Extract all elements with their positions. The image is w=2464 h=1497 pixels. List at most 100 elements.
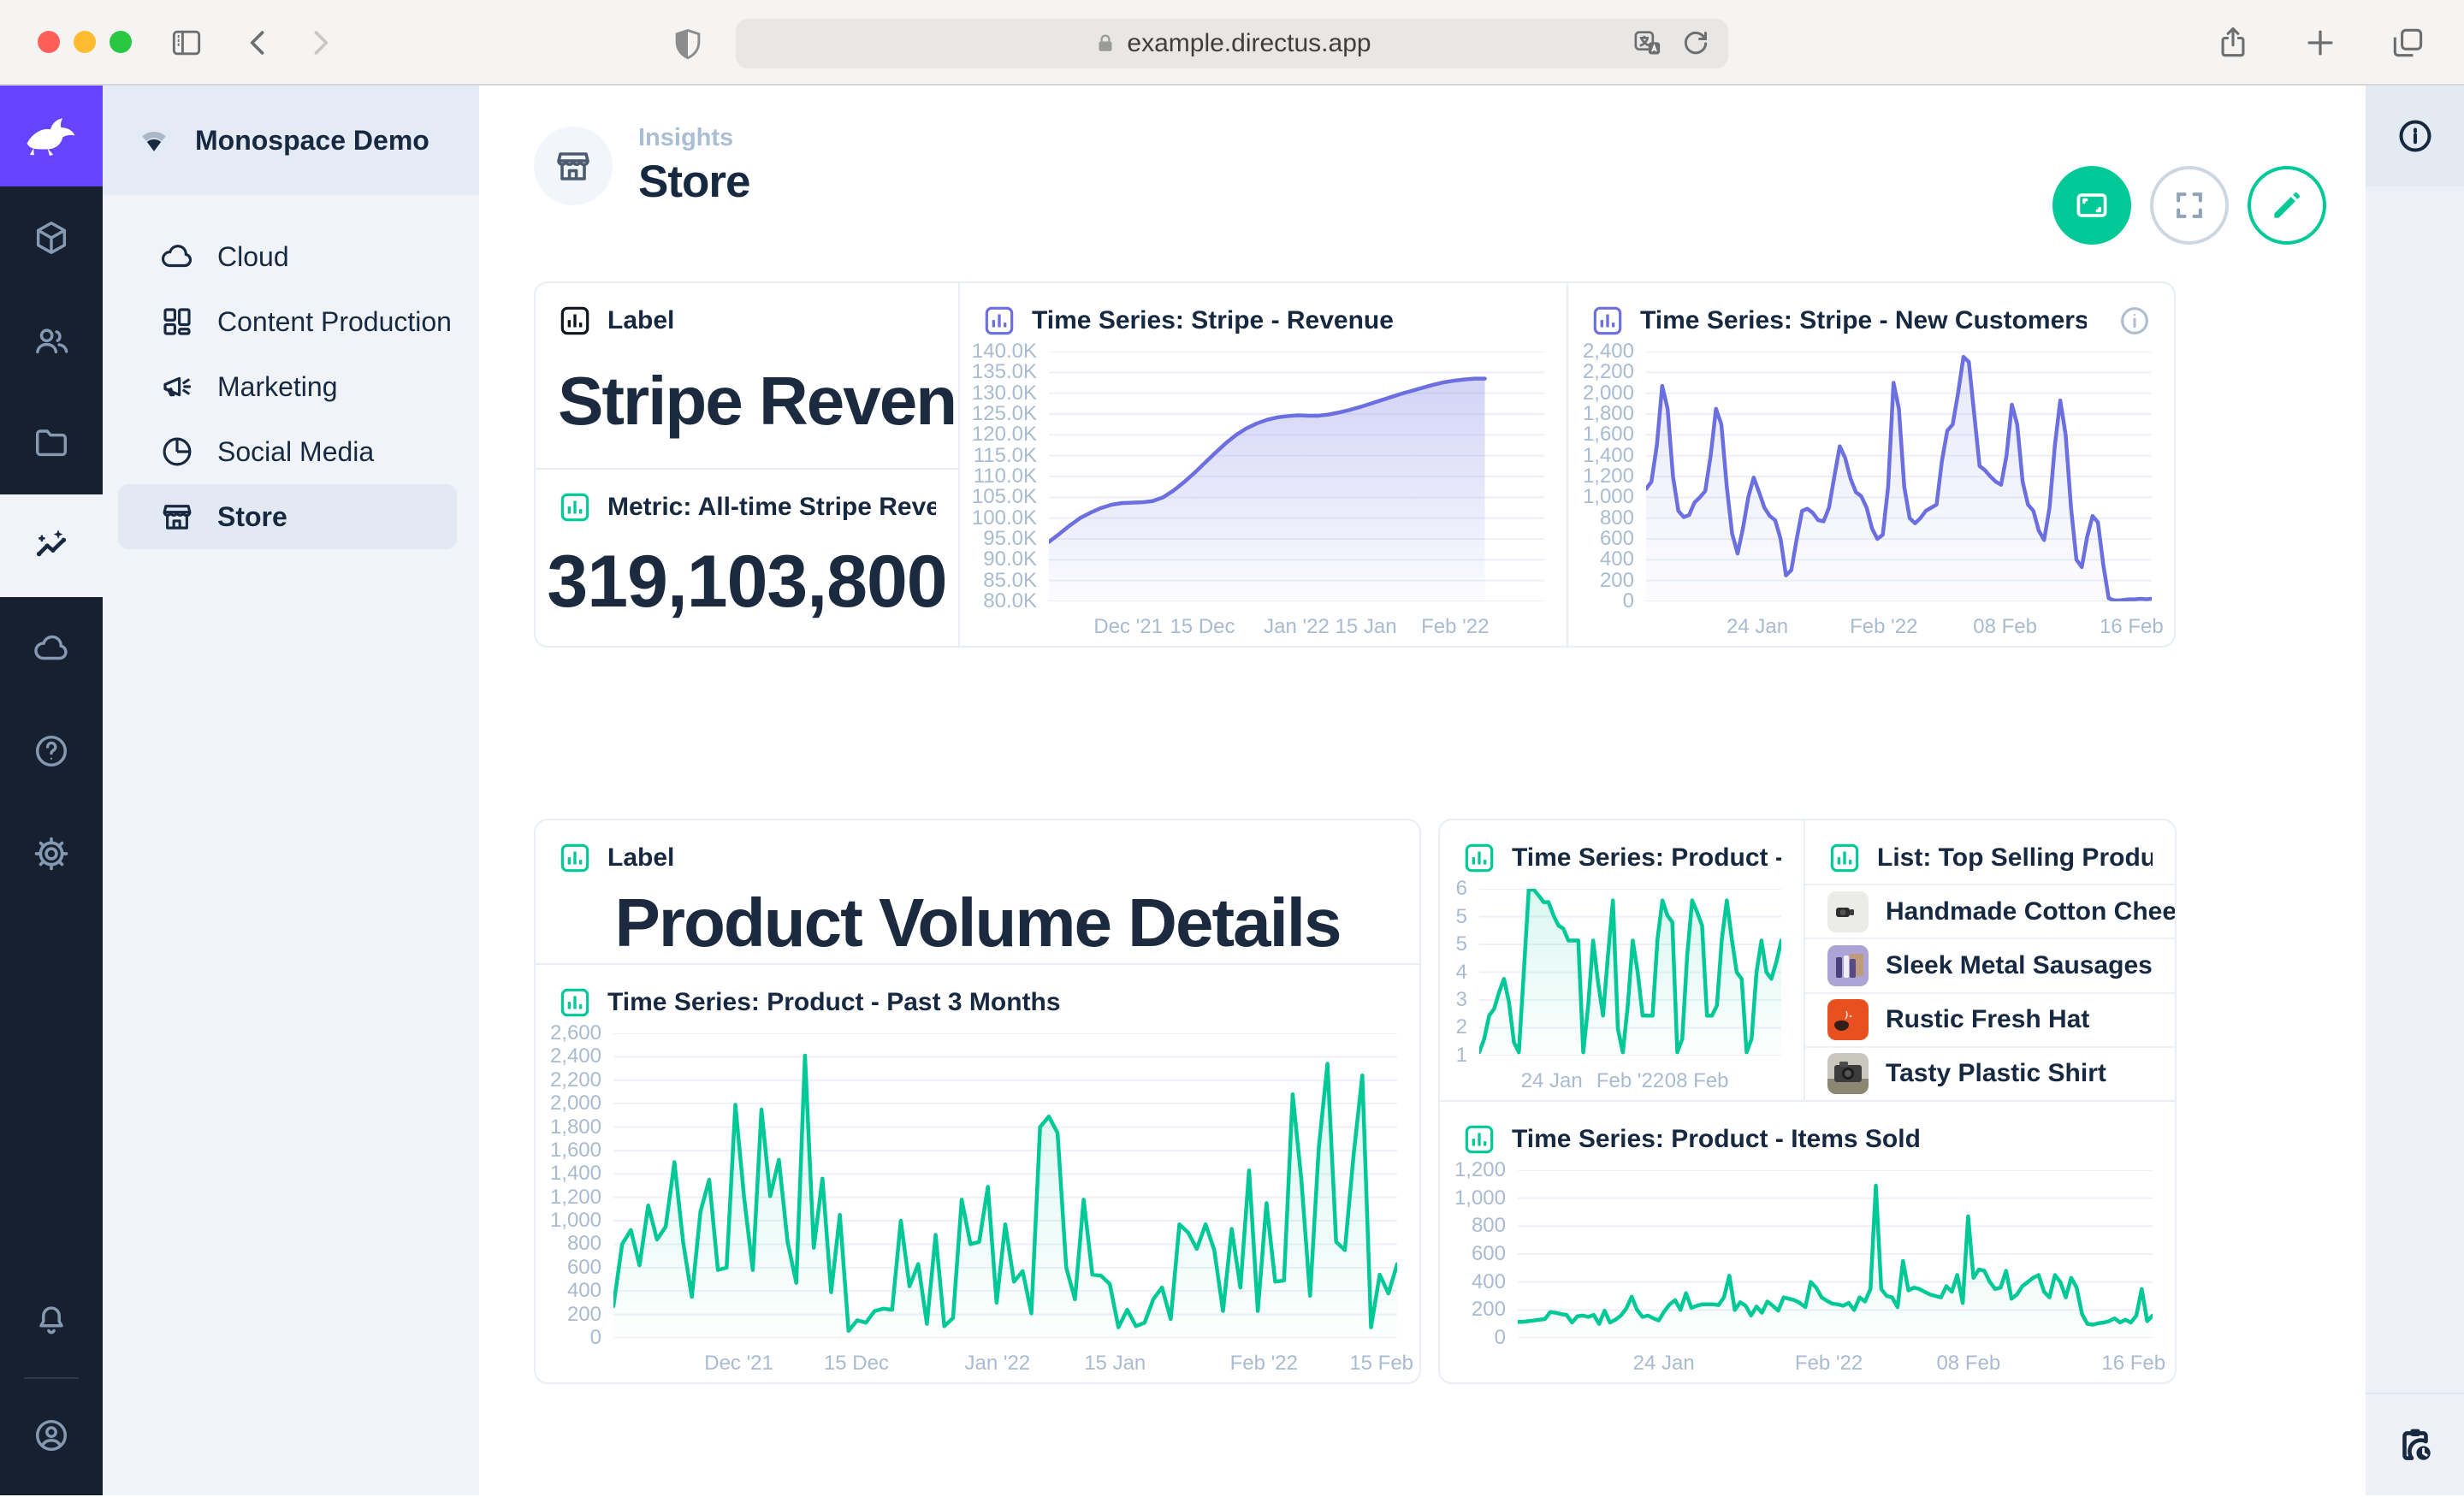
module-cloud-icon[interactable] (0, 597, 103, 700)
pie-chart-icon (159, 434, 195, 470)
main-content: Insights Store (479, 86, 2366, 1495)
privacy-shield-icon[interactable] (669, 26, 707, 63)
x-axis: Dec '2115 DecJan '2215 JanFeb '2215 Feb (613, 1338, 1397, 1376)
y-axis: 6554321 (1448, 889, 1479, 1056)
right-sidebar (2366, 86, 2464, 1495)
items-sold-chart: 1,2001,0008006004002000 24 JanFeb '2208 … (1440, 1165, 2175, 1382)
edit-button[interactable] (2248, 166, 2326, 245)
stripe-revenue-chart: 140.0K135.0K130.0K125.0K120.0K115.0K110.… (960, 346, 1567, 646)
page-title: Store (638, 156, 749, 208)
notifications-bell-icon[interactable] (0, 1269, 103, 1372)
x-axis: 24 JanFeb '2208 Feb16 Feb (1646, 601, 2152, 639)
dashboard-icon (159, 304, 195, 340)
dashboard-row-2: Label Product Volume Details Time Series… (534, 819, 2177, 1384)
panel-chart-icon (558, 490, 592, 524)
zoom-window-button[interactable] (110, 31, 132, 53)
label-text: Stripe Revenues (536, 346, 958, 468)
sidebar-item-cloud[interactable]: Cloud (118, 224, 457, 289)
auto-refresh-button[interactable] (2052, 166, 2131, 245)
module-bar-divider (24, 1377, 79, 1379)
sidebar-item-store[interactable]: Store (118, 484, 457, 549)
top-products-list: Handmade Cotton Cheese Sleek Metal Sausa… (1805, 884, 2175, 1100)
panel-restocks-chart: Time Series: Product - Restocks 6554321 … (1440, 820, 1804, 1100)
navigation-sidebar: Monospace Demo Cloud Content Production … (103, 86, 479, 1495)
product-thumbnail (1827, 891, 1869, 932)
module-insights-icon[interactable] (0, 494, 103, 597)
product-name: Handmade Cotton Cheese (1886, 897, 2177, 926)
close-window-button[interactable] (38, 31, 60, 53)
list-item[interactable]: Sleek Metal Sausages (1805, 938, 2175, 991)
info-icon (2396, 116, 2435, 156)
browser-sidebar-icon[interactable] (168, 24, 205, 62)
browser-back-icon[interactable] (240, 24, 277, 62)
module-content-icon[interactable] (0, 186, 103, 289)
new-tab-icon[interactable] (2301, 24, 2339, 62)
product-thumbnail (1827, 945, 1869, 986)
panel-title: Label (607, 306, 674, 335)
sidebar-item-content-production[interactable]: Content Production (118, 289, 457, 354)
info-sidebar-button[interactable] (2366, 86, 2464, 186)
project-name: Monospace Demo (195, 125, 429, 157)
sidebar-item-label: Store (217, 501, 287, 533)
tab-overview-icon[interactable] (2389, 24, 2426, 62)
activity-log-button[interactable] (2366, 1393, 2464, 1495)
panel-chart-icon (1590, 304, 1625, 338)
product-thumbnail (1827, 1053, 1869, 1094)
info-icon[interactable] (2118, 304, 2152, 338)
reload-icon[interactable] (1679, 27, 1713, 61)
sidebar-item-marketing[interactable]: Marketing (118, 354, 457, 419)
user-avatar-icon[interactable] (0, 1384, 103, 1487)
fullscreen-button[interactable] (2150, 166, 2229, 245)
module-files-icon[interactable] (0, 392, 103, 494)
panel-title: Metric: All-time Stripe Revenues (607, 493, 936, 522)
list-item[interactable]: Handmade Cotton Cheese (1805, 884, 2175, 938)
sidebar-item-label: Cloud (217, 241, 289, 273)
panel-chart-icon (558, 304, 592, 338)
directus-logo[interactable] (0, 86, 103, 186)
module-help-icon[interactable] (0, 700, 103, 802)
panel-label-stripe: Label Stripe Revenues (536, 283, 958, 468)
clipboard-clock-icon (2394, 1423, 2437, 1466)
project-header[interactable]: Monospace Demo (103, 86, 479, 195)
panel-title: List: Top Selling Products (1877, 843, 2153, 873)
x-axis: 24 JanFeb '2208 Feb16 Feb (1518, 1338, 2153, 1376)
module-settings-icon[interactable] (0, 802, 103, 905)
header-actions (2052, 166, 2326, 245)
panel-title: Time Series: Stripe - Revenue (1032, 306, 1394, 335)
product-name: Rustic Fresh Hat (1886, 1005, 2089, 1034)
panel-new-customers-chart: Time Series: Stripe - New Customers 2,40… (1568, 283, 2174, 646)
list-item[interactable]: Rustic Fresh Hat (1805, 992, 2175, 1046)
panel-chart-icon (1827, 841, 1862, 875)
module-users-icon[interactable] (0, 289, 103, 392)
product-name: Tasty Plastic Shirt (1886, 1059, 2106, 1088)
sidebar-item-social-media[interactable]: Social Media (118, 419, 457, 484)
panel-stripe-revenue-chart: Time Series: Stripe - Revenue 140.0K135.… (960, 283, 1567, 646)
panel-title: Time Series: Product - Items Sold (1512, 1125, 1921, 1154)
lock-icon (1093, 31, 1118, 56)
traffic-lights (38, 31, 132, 53)
browser-toolbar: example.directus.app (0, 0, 2464, 86)
browser-forward-icon[interactable] (301, 24, 339, 62)
plot-area (1518, 1170, 2153, 1338)
new-customers-chart: 2,4002,2002,0001,8001,6001,4001,2001,000… (1568, 346, 2174, 646)
panel-title: Time Series: Stripe - New Customers (1640, 306, 2087, 335)
breadcrumb[interactable]: Insights (638, 124, 749, 152)
x-axis: 24 JanFeb '2208 Feb (1479, 1056, 1781, 1093)
translate-icon[interactable] (1631, 27, 1665, 61)
panel-label-product-volume: Label Product Volume Details (536, 820, 1419, 963)
plot-area (1049, 352, 1544, 601)
panel-chart-icon (558, 841, 592, 875)
share-icon[interactable] (2214, 24, 2252, 62)
minimize-window-button[interactable] (74, 31, 96, 53)
sidebar-item-label: Marketing (217, 371, 338, 403)
sidebar-item-label: Content Production (217, 306, 452, 338)
dashboard-row-1: Label Stripe Revenues Metric: All-time S… (534, 281, 2176, 648)
panel-chart-icon (1462, 841, 1496, 875)
page-icon-button[interactable] (534, 127, 613, 205)
project-status-icon (135, 121, 173, 159)
address-bar[interactable]: example.directus.app (736, 19, 1728, 68)
panel-top-selling-products: List: Top Selling Products Handmade Cott… (1805, 820, 2175, 1100)
x-axis: Dec '2115 DecJan '2215 JanFeb '22 (1049, 601, 1544, 639)
megaphone-icon (159, 369, 195, 405)
list-item[interactable]: Tasty Plastic Shirt (1805, 1046, 2175, 1100)
